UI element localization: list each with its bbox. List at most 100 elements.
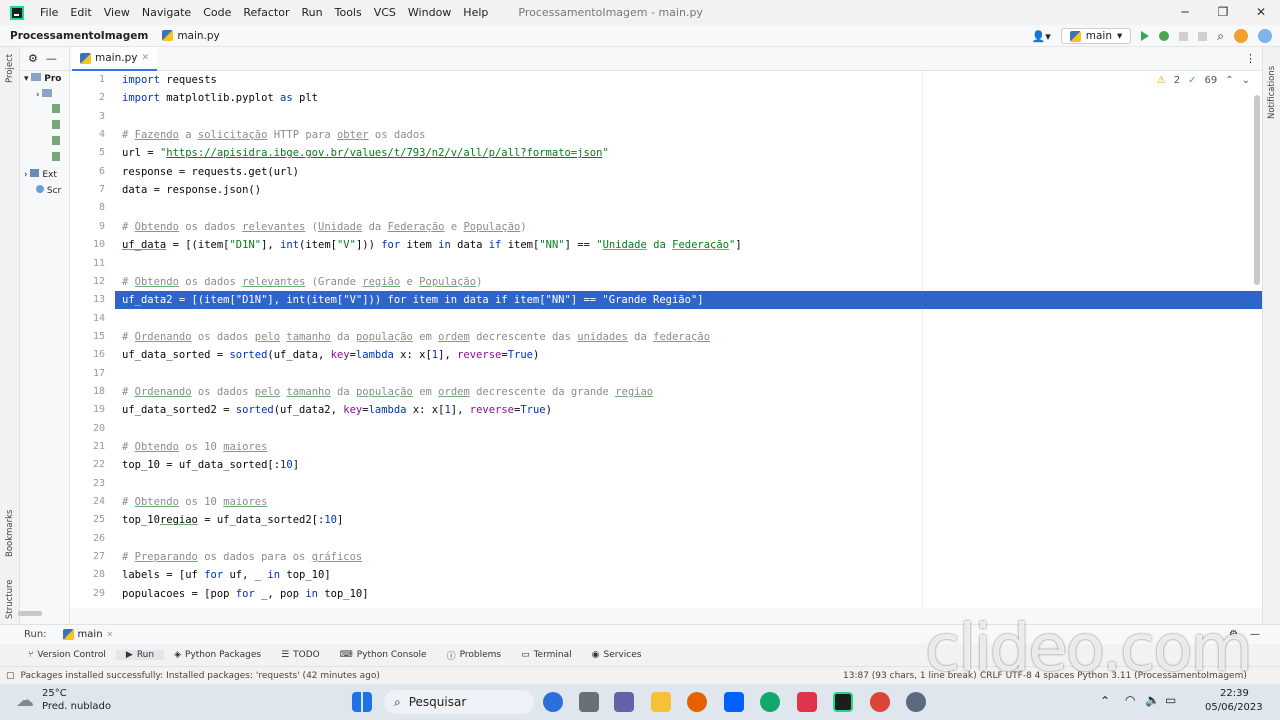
file-explorer-icon[interactable]	[651, 692, 671, 712]
stop-icon[interactable]	[1198, 31, 1208, 41]
code-line[interactable]: labels = [uf for uf, _ in top_10]	[122, 566, 331, 584]
taskbar-search[interactable]: ⌕ Pesquisar	[384, 690, 534, 714]
code-line[interactable]: # Obtendo os 10 maiores	[122, 493, 267, 511]
tool-python-packages[interactable]: ◈ Python Packages	[164, 650, 271, 660]
tool-run[interactable]: ▶ Run	[115, 650, 165, 660]
code-line[interactable]: import requests	[122, 71, 217, 89]
code-line[interactable]: uf_data_sorted = sorted(uf_data, key=lam…	[122, 346, 539, 364]
chrome-icon[interactable]	[870, 692, 890, 712]
menu-view[interactable]: View	[98, 6, 136, 19]
settings-app-icon[interactable]	[906, 692, 926, 712]
edge-bing-icon[interactable]	[543, 692, 563, 712]
code-line[interactable]: uf_data_sorted2 = sorted(uf_data2, key=l…	[122, 401, 552, 419]
task-view-icon[interactable]	[579, 692, 599, 712]
run-tab[interactable]: main ✕	[62, 629, 114, 640]
inspection-widget[interactable]: ⚠ 2 ✓ 69 ⌃ ⌄	[1157, 75, 1250, 86]
wifi-icon[interactable]: ◠	[1125, 693, 1135, 707]
tab-main-py[interactable]: main.py ✕	[72, 47, 157, 71]
menu-window[interactable]: Window	[402, 6, 457, 19]
tool-todo[interactable]: ☰ TODO	[271, 650, 330, 660]
code-line[interactable]: # Obtendo os dados relevantes (Grande re…	[122, 273, 482, 291]
code-line[interactable]: # Obtendo os dados relevantes (Unidade d…	[122, 218, 527, 236]
maximize-button[interactable]: ❐	[1204, 0, 1242, 25]
code-line[interactable]: top_10 = uf_data_sorted[:10]	[122, 456, 299, 474]
menu-tools[interactable]: Tools	[329, 6, 368, 19]
menu-help[interactable]: Help	[457, 6, 494, 19]
start-icon[interactable]	[352, 692, 372, 712]
breadcrumb-file[interactable]: main.py	[162, 30, 220, 42]
vertical-scrollbar[interactable]	[1254, 95, 1260, 285]
horizontal-scrollbar[interactable]	[18, 611, 42, 616]
tree-item-file[interactable]	[20, 119, 69, 135]
tree-item-file[interactable]	[20, 151, 69, 167]
code-line[interactable]: # Ordenando os dados pelo tamanho da pop…	[122, 383, 653, 401]
hide-icon[interactable]: —	[1250, 629, 1260, 640]
minimize-button[interactable]: ─	[1166, 0, 1204, 25]
menu-run[interactable]: Run	[296, 6, 329, 19]
gear-icon[interactable]: ⚙	[28, 52, 38, 65]
code-line[interactable]: top_10regiao = uf_data_sorted2[:10]	[122, 511, 343, 529]
breadcrumb-project[interactable]: ProcessamentoImagem	[0, 30, 148, 42]
bookmarks-tool-tab[interactable]: Bookmarks	[5, 510, 15, 558]
search-icon[interactable]: ⌕	[1217, 29, 1224, 44]
code-line[interactable]: uf_data2 = [(item["D1N"], int(item["V"])…	[122, 291, 704, 309]
menu-file[interactable]: File	[34, 6, 64, 19]
tree-item-file[interactable]	[20, 135, 69, 151]
volume-icon[interactable]: 🔈	[1145, 693, 1160, 707]
close-icon[interactable]: ✕	[107, 630, 114, 639]
menu-navigate[interactable]: Navigate	[136, 6, 197, 19]
code-line[interactable]: data = response.json()	[122, 181, 261, 199]
project-tool-tab[interactable]: Project	[5, 54, 15, 83]
tool-version-control[interactable]: ⑂ Version Control	[0, 650, 116, 660]
code-line[interactable]: url = "https://apisidra.ibge.gov.br/valu…	[122, 144, 609, 162]
teams-icon[interactable]	[614, 692, 634, 712]
edge-icon[interactable]	[760, 692, 780, 712]
code-line[interactable]: response = requests.get(url)	[122, 163, 299, 181]
weather-icon[interactable]: ☁	[16, 690, 34, 711]
code-line[interactable]: # Ordenando os dados pelo tamanho da pop…	[122, 328, 710, 346]
dropbox-icon[interactable]	[724, 692, 744, 712]
close-button[interactable]: ✕	[1242, 0, 1280, 25]
tree-item-external-libs[interactable]: › Ext	[20, 167, 69, 183]
menu-code[interactable]: Code	[197, 6, 237, 19]
tool-terminal[interactable]: ▭ Terminal	[511, 650, 582, 660]
weather-desc[interactable]: Pred. nublado	[42, 701, 111, 712]
tree-item-project[interactable]: ▾ Pro	[20, 71, 69, 87]
firefox-icon[interactable]	[687, 692, 707, 712]
notifications-tool-tab[interactable]: Notifications	[1267, 66, 1277, 119]
chevron-down-icon[interactable]: ⌄	[1242, 75, 1250, 86]
chevron-up-icon[interactable]: ⌃	[1225, 75, 1233, 86]
app-red-icon[interactable]	[797, 692, 817, 712]
user-icon[interactable]: 👤▾	[1032, 30, 1051, 43]
code-line[interactable]: populacoes = [pop for _, pop in top_10]	[122, 585, 369, 603]
code-line[interactable]: # Obtendo os 10 maiores	[122, 438, 267, 456]
code-line[interactable]: # Fazendo a solicitação HTTP para obter …	[122, 126, 426, 144]
run-icon[interactable]	[1141, 31, 1150, 41]
battery-icon[interactable]: ▭	[1165, 693, 1176, 707]
clock-time[interactable]: 22:39	[1220, 688, 1249, 699]
menu-edit[interactable]: Edit	[64, 6, 97, 19]
tool-problems[interactable]: ⓘ Problems	[437, 649, 512, 662]
menu-vcs[interactable]: VCS	[368, 6, 402, 19]
tree-item-scratches[interactable]: Scr	[20, 183, 69, 199]
code-editor[interactable]: 1 2 3 4 5 6 7 8 9 10 11 12 13 14 15 16 17 18 19 20 21 22 23 24 2…	[70, 71, 1262, 608]
tool-python-console[interactable]: ⌨ Python Console	[330, 650, 437, 660]
tree-item-file[interactable]	[20, 103, 69, 119]
coverage-icon[interactable]	[1179, 31, 1189, 41]
settings-icon[interactable]	[1258, 29, 1272, 43]
menu-refactor[interactable]: Refactor	[237, 6, 295, 19]
run-config-selector[interactable]: main ▾	[1060, 28, 1132, 44]
structure-tool-tab[interactable]: Structure	[5, 579, 15, 619]
tree-item-folder[interactable]: ›	[20, 87, 69, 103]
collapse-icon[interactable]: —	[46, 52, 57, 65]
debug-icon[interactable]	[1159, 31, 1170, 41]
tool-services[interactable]: ◉ Services	[582, 650, 652, 660]
code-line[interactable]: uf_data = [(item["D1N"], int(item["V"]))…	[122, 236, 742, 254]
weather-temp[interactable]: 25°C	[42, 688, 67, 699]
clock-date[interactable]: 05/06/2023	[1205, 702, 1263, 713]
more-icon[interactable]: ⋮	[1245, 52, 1256, 65]
code-line[interactable]: import matplotlib.pyplot as plt	[122, 89, 318, 107]
close-icon[interactable]: ✕	[141, 53, 149, 63]
updates-icon[interactable]	[1234, 29, 1248, 43]
code-line[interactable]: # Preparando os dados para os gráficos	[122, 548, 362, 566]
